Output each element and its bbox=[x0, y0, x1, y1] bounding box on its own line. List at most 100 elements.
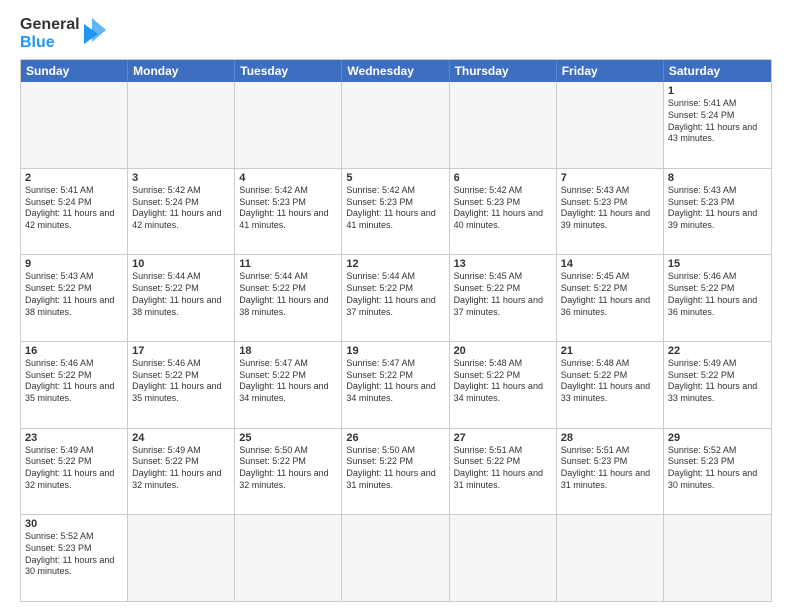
day-number: 10 bbox=[132, 258, 230, 270]
day-number: 29 bbox=[668, 432, 767, 444]
cell-info: Sunrise: 5:42 AM Sunset: 5:24 PM Dayligh… bbox=[132, 185, 230, 232]
day-cell-24: 24Sunrise: 5:49 AM Sunset: 5:22 PM Dayli… bbox=[128, 429, 235, 515]
cell-info: Sunrise: 5:50 AM Sunset: 5:22 PM Dayligh… bbox=[239, 445, 337, 492]
empty-cell bbox=[342, 515, 449, 601]
cell-info: Sunrise: 5:52 AM Sunset: 5:23 PM Dayligh… bbox=[668, 445, 767, 492]
empty-cell bbox=[450, 82, 557, 168]
empty-cell bbox=[557, 82, 664, 168]
day-cell-8: 8Sunrise: 5:43 AM Sunset: 5:23 PM Daylig… bbox=[664, 169, 771, 255]
cell-info: Sunrise: 5:51 AM Sunset: 5:22 PM Dayligh… bbox=[454, 445, 552, 492]
day-header-saturday: Saturday bbox=[664, 60, 771, 82]
day-number: 2 bbox=[25, 172, 123, 184]
day-number: 26 bbox=[346, 432, 444, 444]
empty-cell bbox=[128, 515, 235, 601]
day-cell-1: 1Sunrise: 5:41 AM Sunset: 5:24 PM Daylig… bbox=[664, 82, 771, 168]
cell-info: Sunrise: 5:47 AM Sunset: 5:22 PM Dayligh… bbox=[346, 358, 444, 405]
day-header-wednesday: Wednesday bbox=[342, 60, 449, 82]
day-number: 27 bbox=[454, 432, 552, 444]
day-number: 12 bbox=[346, 258, 444, 270]
day-cell-26: 26Sunrise: 5:50 AM Sunset: 5:22 PM Dayli… bbox=[342, 429, 449, 515]
cell-info: Sunrise: 5:47 AM Sunset: 5:22 PM Dayligh… bbox=[239, 358, 337, 405]
day-number: 28 bbox=[561, 432, 659, 444]
logo: General Blue bbox=[20, 16, 106, 51]
empty-cell bbox=[128, 82, 235, 168]
cell-info: Sunrise: 5:45 AM Sunset: 5:22 PM Dayligh… bbox=[561, 271, 659, 318]
day-number: 21 bbox=[561, 345, 659, 357]
day-number: 15 bbox=[668, 258, 767, 270]
calendar-body: 1Sunrise: 5:41 AM Sunset: 5:24 PM Daylig… bbox=[21, 82, 771, 601]
day-number: 6 bbox=[454, 172, 552, 184]
day-number: 25 bbox=[239, 432, 337, 444]
day-number: 9 bbox=[25, 258, 123, 270]
day-number: 18 bbox=[239, 345, 337, 357]
day-cell-11: 11Sunrise: 5:44 AM Sunset: 5:22 PM Dayli… bbox=[235, 255, 342, 341]
day-cell-7: 7Sunrise: 5:43 AM Sunset: 5:23 PM Daylig… bbox=[557, 169, 664, 255]
day-cell-16: 16Sunrise: 5:46 AM Sunset: 5:22 PM Dayli… bbox=[21, 342, 128, 428]
day-cell-2: 2Sunrise: 5:41 AM Sunset: 5:24 PM Daylig… bbox=[21, 169, 128, 255]
day-cell-18: 18Sunrise: 5:47 AM Sunset: 5:22 PM Dayli… bbox=[235, 342, 342, 428]
cell-info: Sunrise: 5:43 AM Sunset: 5:22 PM Dayligh… bbox=[25, 271, 123, 318]
cell-info: Sunrise: 5:49 AM Sunset: 5:22 PM Dayligh… bbox=[25, 445, 123, 492]
day-number: 22 bbox=[668, 345, 767, 357]
day-header-friday: Friday bbox=[557, 60, 664, 82]
day-cell-10: 10Sunrise: 5:44 AM Sunset: 5:22 PM Dayli… bbox=[128, 255, 235, 341]
day-cell-21: 21Sunrise: 5:48 AM Sunset: 5:22 PM Dayli… bbox=[557, 342, 664, 428]
day-number: 8 bbox=[668, 172, 767, 184]
day-number: 3 bbox=[132, 172, 230, 184]
empty-cell bbox=[557, 515, 664, 601]
week-row-1: 2Sunrise: 5:41 AM Sunset: 5:24 PM Daylig… bbox=[21, 168, 771, 255]
empty-cell bbox=[664, 515, 771, 601]
cell-info: Sunrise: 5:42 AM Sunset: 5:23 PM Dayligh… bbox=[346, 185, 444, 232]
day-header-monday: Monday bbox=[128, 60, 235, 82]
day-header-thursday: Thursday bbox=[450, 60, 557, 82]
day-number: 20 bbox=[454, 345, 552, 357]
week-row-2: 9Sunrise: 5:43 AM Sunset: 5:22 PM Daylig… bbox=[21, 254, 771, 341]
empty-cell bbox=[342, 82, 449, 168]
day-cell-27: 27Sunrise: 5:51 AM Sunset: 5:22 PM Dayli… bbox=[450, 429, 557, 515]
day-cell-4: 4Sunrise: 5:42 AM Sunset: 5:23 PM Daylig… bbox=[235, 169, 342, 255]
logo-text: General Blue bbox=[20, 16, 80, 51]
day-cell-14: 14Sunrise: 5:45 AM Sunset: 5:22 PM Dayli… bbox=[557, 255, 664, 341]
cell-info: Sunrise: 5:46 AM Sunset: 5:22 PM Dayligh… bbox=[132, 358, 230, 405]
cell-info: Sunrise: 5:49 AM Sunset: 5:22 PM Dayligh… bbox=[668, 358, 767, 405]
cell-info: Sunrise: 5:52 AM Sunset: 5:23 PM Dayligh… bbox=[25, 531, 123, 578]
logo-triangle-icon bbox=[84, 18, 106, 50]
cell-info: Sunrise: 5:41 AM Sunset: 5:24 PM Dayligh… bbox=[668, 98, 767, 145]
page: General Blue SundayMondayTuesdayWednesda… bbox=[0, 0, 792, 612]
week-row-5: 30Sunrise: 5:52 AM Sunset: 5:23 PM Dayli… bbox=[21, 514, 771, 601]
cell-info: Sunrise: 5:42 AM Sunset: 5:23 PM Dayligh… bbox=[454, 185, 552, 232]
day-cell-13: 13Sunrise: 5:45 AM Sunset: 5:22 PM Dayli… bbox=[450, 255, 557, 341]
day-number: 24 bbox=[132, 432, 230, 444]
day-cell-6: 6Sunrise: 5:42 AM Sunset: 5:23 PM Daylig… bbox=[450, 169, 557, 255]
day-cell-28: 28Sunrise: 5:51 AM Sunset: 5:23 PM Dayli… bbox=[557, 429, 664, 515]
day-number: 7 bbox=[561, 172, 659, 184]
calendar: SundayMondayTuesdayWednesdayThursdayFrid… bbox=[20, 59, 772, 602]
cell-info: Sunrise: 5:49 AM Sunset: 5:22 PM Dayligh… bbox=[132, 445, 230, 492]
cell-info: Sunrise: 5:44 AM Sunset: 5:22 PM Dayligh… bbox=[132, 271, 230, 318]
cell-info: Sunrise: 5:46 AM Sunset: 5:22 PM Dayligh… bbox=[668, 271, 767, 318]
week-row-4: 23Sunrise: 5:49 AM Sunset: 5:22 PM Dayli… bbox=[21, 428, 771, 515]
day-cell-30: 30Sunrise: 5:52 AM Sunset: 5:23 PM Dayli… bbox=[21, 515, 128, 601]
day-cell-22: 22Sunrise: 5:49 AM Sunset: 5:22 PM Dayli… bbox=[664, 342, 771, 428]
cell-info: Sunrise: 5:48 AM Sunset: 5:22 PM Dayligh… bbox=[561, 358, 659, 405]
empty-cell bbox=[235, 82, 342, 168]
day-cell-5: 5Sunrise: 5:42 AM Sunset: 5:23 PM Daylig… bbox=[342, 169, 449, 255]
day-cell-17: 17Sunrise: 5:46 AM Sunset: 5:22 PM Dayli… bbox=[128, 342, 235, 428]
cell-info: Sunrise: 5:51 AM Sunset: 5:23 PM Dayligh… bbox=[561, 445, 659, 492]
week-row-0: 1Sunrise: 5:41 AM Sunset: 5:24 PM Daylig… bbox=[21, 82, 771, 168]
day-cell-25: 25Sunrise: 5:50 AM Sunset: 5:22 PM Dayli… bbox=[235, 429, 342, 515]
day-cell-15: 15Sunrise: 5:46 AM Sunset: 5:22 PM Dayli… bbox=[664, 255, 771, 341]
day-number: 16 bbox=[25, 345, 123, 357]
empty-cell bbox=[450, 515, 557, 601]
day-number: 5 bbox=[346, 172, 444, 184]
cell-info: Sunrise: 5:44 AM Sunset: 5:22 PM Dayligh… bbox=[239, 271, 337, 318]
cell-info: Sunrise: 5:43 AM Sunset: 5:23 PM Dayligh… bbox=[668, 185, 767, 232]
day-cell-3: 3Sunrise: 5:42 AM Sunset: 5:24 PM Daylig… bbox=[128, 169, 235, 255]
day-cell-29: 29Sunrise: 5:52 AM Sunset: 5:23 PM Dayli… bbox=[664, 429, 771, 515]
day-header-tuesday: Tuesday bbox=[235, 60, 342, 82]
cell-info: Sunrise: 5:48 AM Sunset: 5:22 PM Dayligh… bbox=[454, 358, 552, 405]
day-number: 4 bbox=[239, 172, 337, 184]
cell-info: Sunrise: 5:45 AM Sunset: 5:22 PM Dayligh… bbox=[454, 271, 552, 318]
calendar-header: SundayMondayTuesdayWednesdayThursdayFrid… bbox=[21, 60, 771, 82]
day-number: 30 bbox=[25, 518, 123, 530]
